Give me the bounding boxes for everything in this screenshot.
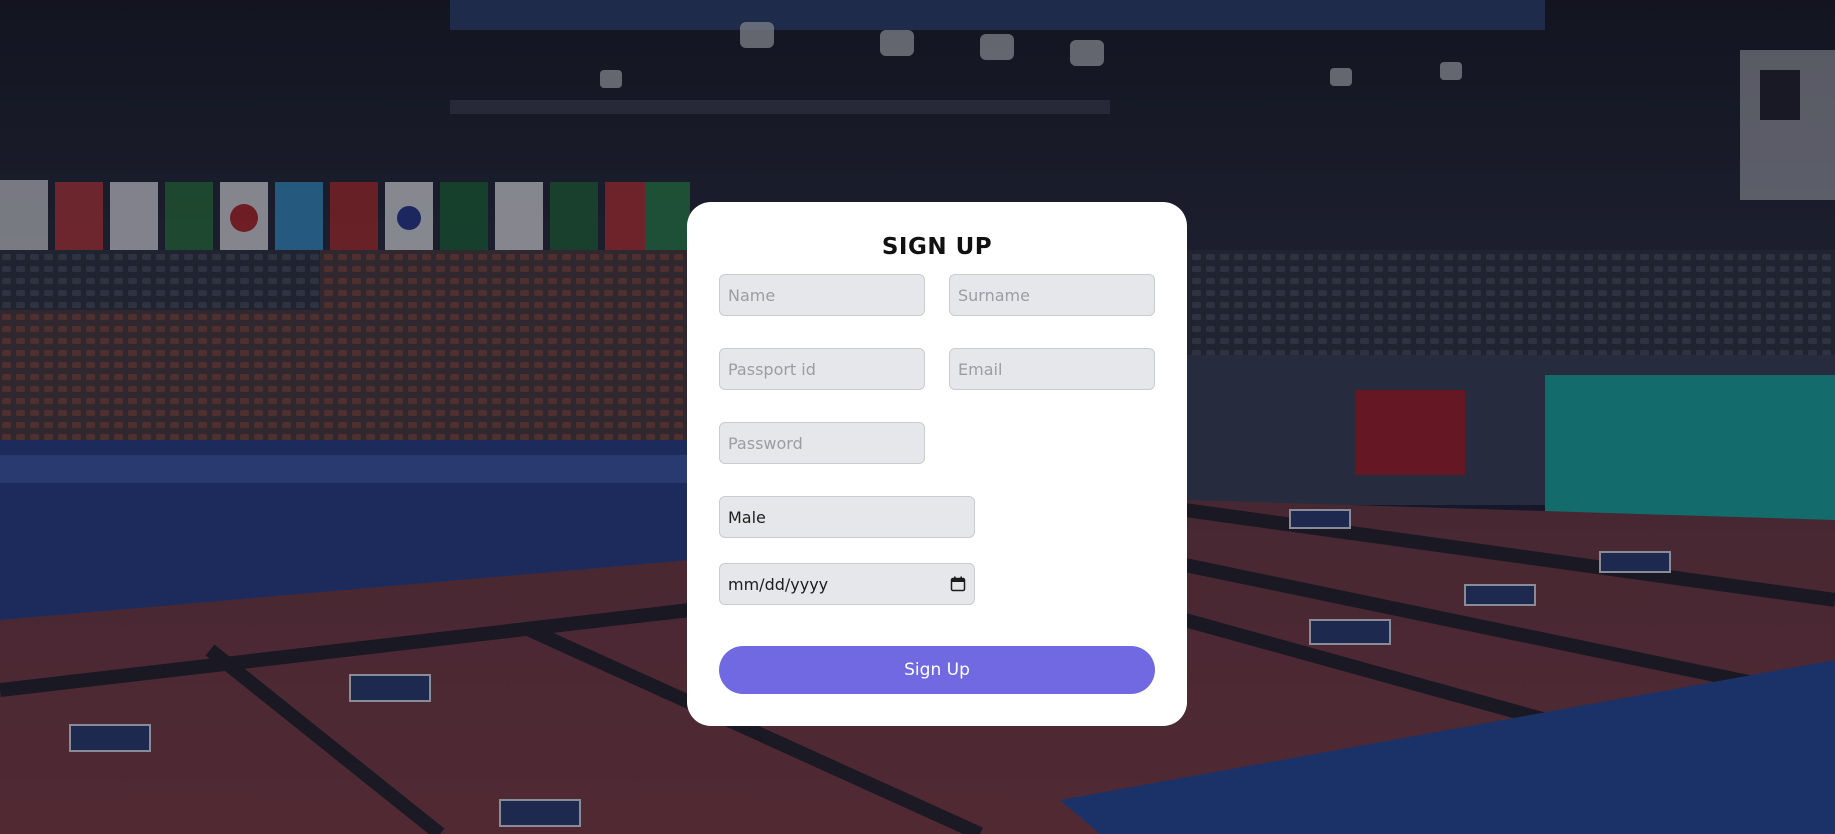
gender-select-value: Male <box>728 507 766 527</box>
birthdate-placeholder: mm/dd/yyyy <box>728 574 829 594</box>
birthdate-input[interactable]: mm/dd/yyyy <box>719 563 975 605</box>
signup-page: SIGN UP Male mm/dd/yyyy Sign Up <box>0 0 1835 834</box>
sign-up-button[interactable]: Sign Up <box>719 646 1155 694</box>
passport-id-input[interactable] <box>719 348 925 390</box>
signup-title: SIGN UP <box>881 234 993 260</box>
surname-input[interactable] <box>949 274 1155 316</box>
name-input[interactable] <box>719 274 925 316</box>
calendar-icon[interactable] <box>950 576 966 592</box>
signup-card: SIGN UP Male mm/dd/yyyy Sign Up <box>687 202 1187 726</box>
email-input[interactable] <box>949 348 1155 390</box>
gender-select[interactable]: Male <box>719 496 975 538</box>
password-input[interactable] <box>719 422 925 464</box>
